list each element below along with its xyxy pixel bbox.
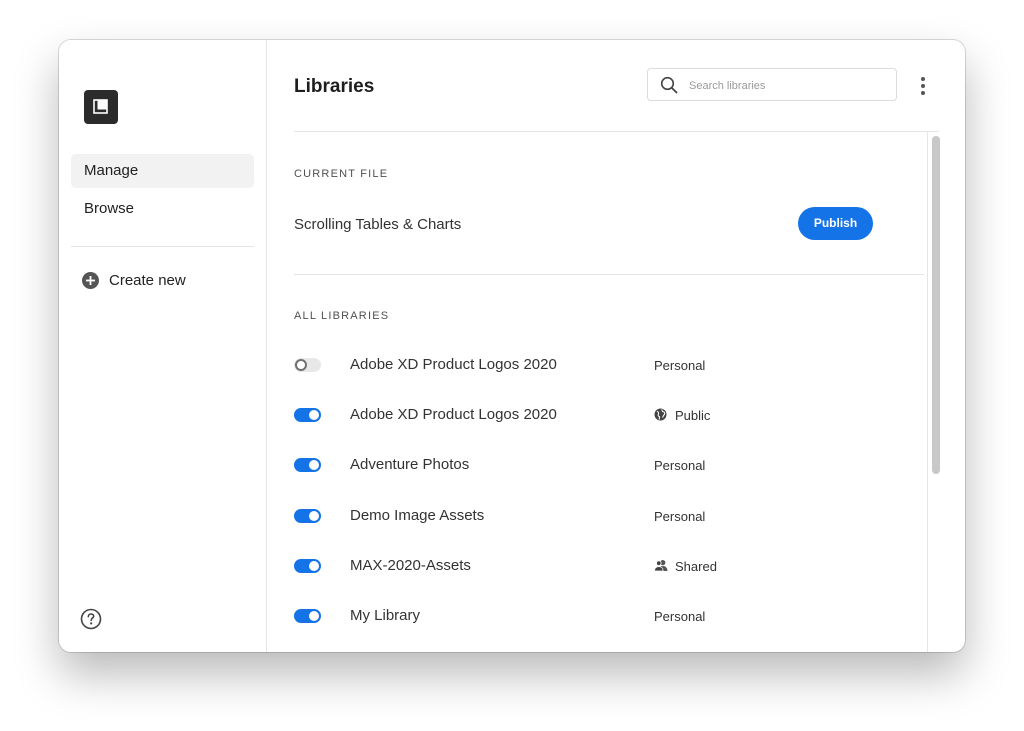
section-divider [294,274,924,275]
toggle-knob [309,410,319,420]
library-name: MAX-2020-Assets [350,557,471,574]
library-row: Adventure Photos Personal [294,450,924,480]
library-name: Adobe XD Product Logos 2020 [350,356,557,373]
current-file-section-label: CURRENT FILE [294,168,389,180]
library-toggle[interactable] [294,358,321,372]
libraries-scroll-area: CURRENT FILE Scrolling Tables & Charts P… [294,132,924,652]
toggle-knob [309,611,319,621]
libraries-logo-icon [84,90,118,124]
sidebar-item-label: Manage [84,162,139,179]
publish-button[interactable]: Publish [798,207,873,240]
toggle-knob [309,511,319,521]
toggle-knob [309,460,319,470]
library-toggle[interactable] [294,408,321,422]
library-toggle[interactable] [294,559,321,573]
create-new-label: Create new [109,272,186,289]
scrollbar[interactable] [927,132,941,652]
library-toggle[interactable] [294,458,321,472]
library-row: Demo Image Assets Personal [294,501,924,531]
app-window: Manage Browse Create new Libraries Searc… [59,40,965,652]
sidebar-item-manage[interactable]: Manage [71,154,254,188]
current-file-name: Scrolling Tables & Charts [294,216,462,233]
library-status-label: Shared [675,559,717,574]
library-toggle[interactable] [294,609,321,623]
sidebar-item-browse[interactable]: Browse [71,192,254,226]
all-libraries-section-label: ALL LIBRARIES [294,310,390,322]
library-name: My Library [350,607,421,624]
library-name: Adobe XD Product Logos 2020 [350,406,557,423]
scrollbar-thumb[interactable] [932,136,940,474]
sidebar-divider [71,246,254,247]
help-circle-icon[interactable] [80,608,102,635]
search-input[interactable] [687,75,891,97]
toggle-knob [295,359,307,371]
search-field[interactable] [647,68,897,101]
more-options-icon[interactable] [918,76,928,96]
library-status-label: Personal [654,609,706,624]
users-icon [654,559,668,575]
library-name: Adventure Photos [350,456,470,473]
library-row: My Library Personal [294,601,924,631]
sidebar-item-label: Browse [84,200,135,217]
library-name: Demo Image Assets [350,507,485,524]
search-icon [660,76,678,99]
library-status-label: Personal [654,458,706,473]
library-status-label: Personal [654,358,706,373]
library-status-label: Public [675,408,711,423]
plus-circle-icon [82,272,99,293]
library-toggle[interactable] [294,509,321,523]
library-row: MAX-2020-Assets Shared [294,551,924,581]
toggle-knob [309,561,319,571]
library-row: Adobe XD Product Logos 2020 Personal [294,350,924,380]
main-panel: Libraries CURRENT FILE Scrolling Tables … [267,40,965,652]
page-title: Libraries [294,76,375,97]
library-row: Adobe XD Product Logos 2020 Public [294,400,924,430]
sidebar: Manage Browse Create new [59,40,267,652]
globe-icon [654,408,667,424]
library-status-label: Personal [654,509,706,524]
